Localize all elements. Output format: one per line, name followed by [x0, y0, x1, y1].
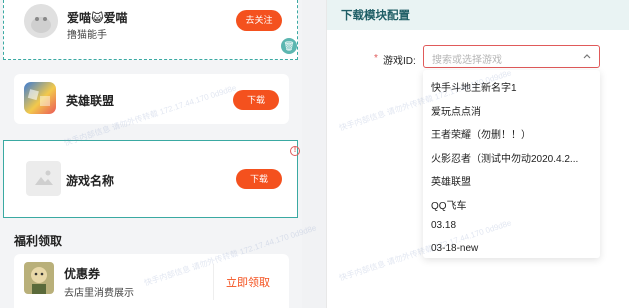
unfollow-button[interactable]: 去关注 [236, 10, 282, 31]
dropdown-option[interactable]: 爱玩点点消 [431, 103, 596, 118]
preview-pane: 爱喵😺爱喵 撸猫能手 去关注 🗑 英雄联盟 下载 游戏名称 下载 ! 福利领取 [0, 0, 302, 308]
game-id-label: 游戏ID: [383, 56, 416, 67]
game-card[interactable]: 英雄联盟 下载 [14, 74, 289, 124]
download-button[interactable]: 下载 [233, 90, 279, 110]
game-select[interactable]: 搜索或选择游戏 [423, 45, 600, 68]
panel-title: 下载模块配置 [341, 10, 410, 22]
required-mark: * [374, 53, 378, 64]
dropdown-option[interactable]: 快手斗地主新名字1 [431, 79, 596, 94]
welfare-section-title: 福利领取 [14, 234, 63, 248]
dropdown-option[interactable]: 王者荣耀（勿删！！） [431, 126, 596, 141]
game-search-input[interactable]: 搜索或选择游戏 [432, 51, 502, 66]
coupon-divider [213, 264, 214, 300]
placeholder-game-name: 游戏名称 [66, 174, 115, 188]
dropdown-option[interactable]: 英雄联盟 [431, 173, 596, 188]
coupon-card[interactable]: 优惠券 去店里消费展示 立即领取 [14, 254, 289, 308]
placeholder-game-card[interactable]: 游戏名称 下载 ! [3, 140, 300, 218]
panel-header: 下载模块配置 [327, 0, 629, 30]
image-placeholder-icon [26, 161, 61, 196]
game-app-icon [24, 82, 56, 114]
dropdown-option[interactable]: 03-18-new [431, 243, 596, 254]
chevron-up-icon[interactable] [582, 49, 592, 66]
follow-user-desc: 撸猫能手 [67, 30, 107, 41]
avatar [24, 4, 58, 38]
cat-avatar-icon [24, 4, 58, 38]
delete-icon[interactable]: 🗑 [281, 38, 297, 54]
claim-button[interactable]: 立即领取 [226, 274, 270, 290]
placeholder-download-button[interactable]: 下载 [236, 169, 282, 189]
warning-icon: ! [290, 146, 300, 156]
dropdown-option[interactable]: 火影忍者（测试中勿动2020.4.2... [431, 150, 596, 165]
follow-user-name: 爱喵😺爱喵 [67, 11, 128, 25]
dropdown-option[interactable]: QQ飞车 [431, 197, 596, 212]
coupon-avatar [24, 262, 54, 294]
follow-card[interactable]: 爱喵😺爱喵 撸猫能手 去关注 🗑 [3, 0, 298, 60]
dropdown-option[interactable]: 03.18 [431, 220, 596, 231]
coupon-title: 优惠券 [64, 267, 101, 281]
coupon-desc: 去店里消费展示 [64, 288, 134, 299]
game-name: 英雄联盟 [66, 94, 115, 108]
